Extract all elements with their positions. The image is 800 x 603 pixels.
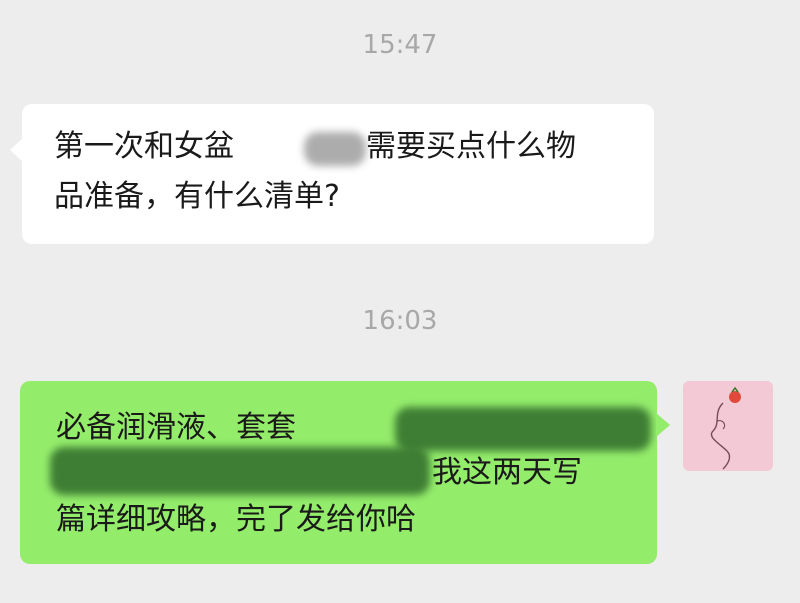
message-text: 需要买点什么物 (366, 129, 576, 164)
incoming-message-bubble[interactable]: 第一次和女盆 需要买点什么物 品准备，有什么清单? (10, 104, 654, 244)
outgoing-message-bubble[interactable]: 必备润滑液、套套 我这两天写 篇详细攻略，完了发给你哈 (20, 381, 670, 564)
timestamp: 15:47 (362, 30, 438, 60)
avatar-illustration (710, 386, 741, 470)
message-text: 品准备，有什么清单? (54, 179, 340, 214)
timestamp: 16:03 (362, 306, 438, 336)
message-text: 我这两天写 (432, 455, 582, 490)
redacted-text-blur (304, 132, 366, 166)
redacted-text-blur (50, 447, 430, 495)
message-text: 第一次和女盆 (54, 129, 234, 164)
message-text: 篇详细攻略，完了发给你哈 (56, 502, 416, 537)
redacted-text-blur (395, 407, 651, 451)
user-avatar-icon[interactable] (683, 381, 773, 471)
message-text: 必备润滑液、套套 (56, 410, 296, 445)
